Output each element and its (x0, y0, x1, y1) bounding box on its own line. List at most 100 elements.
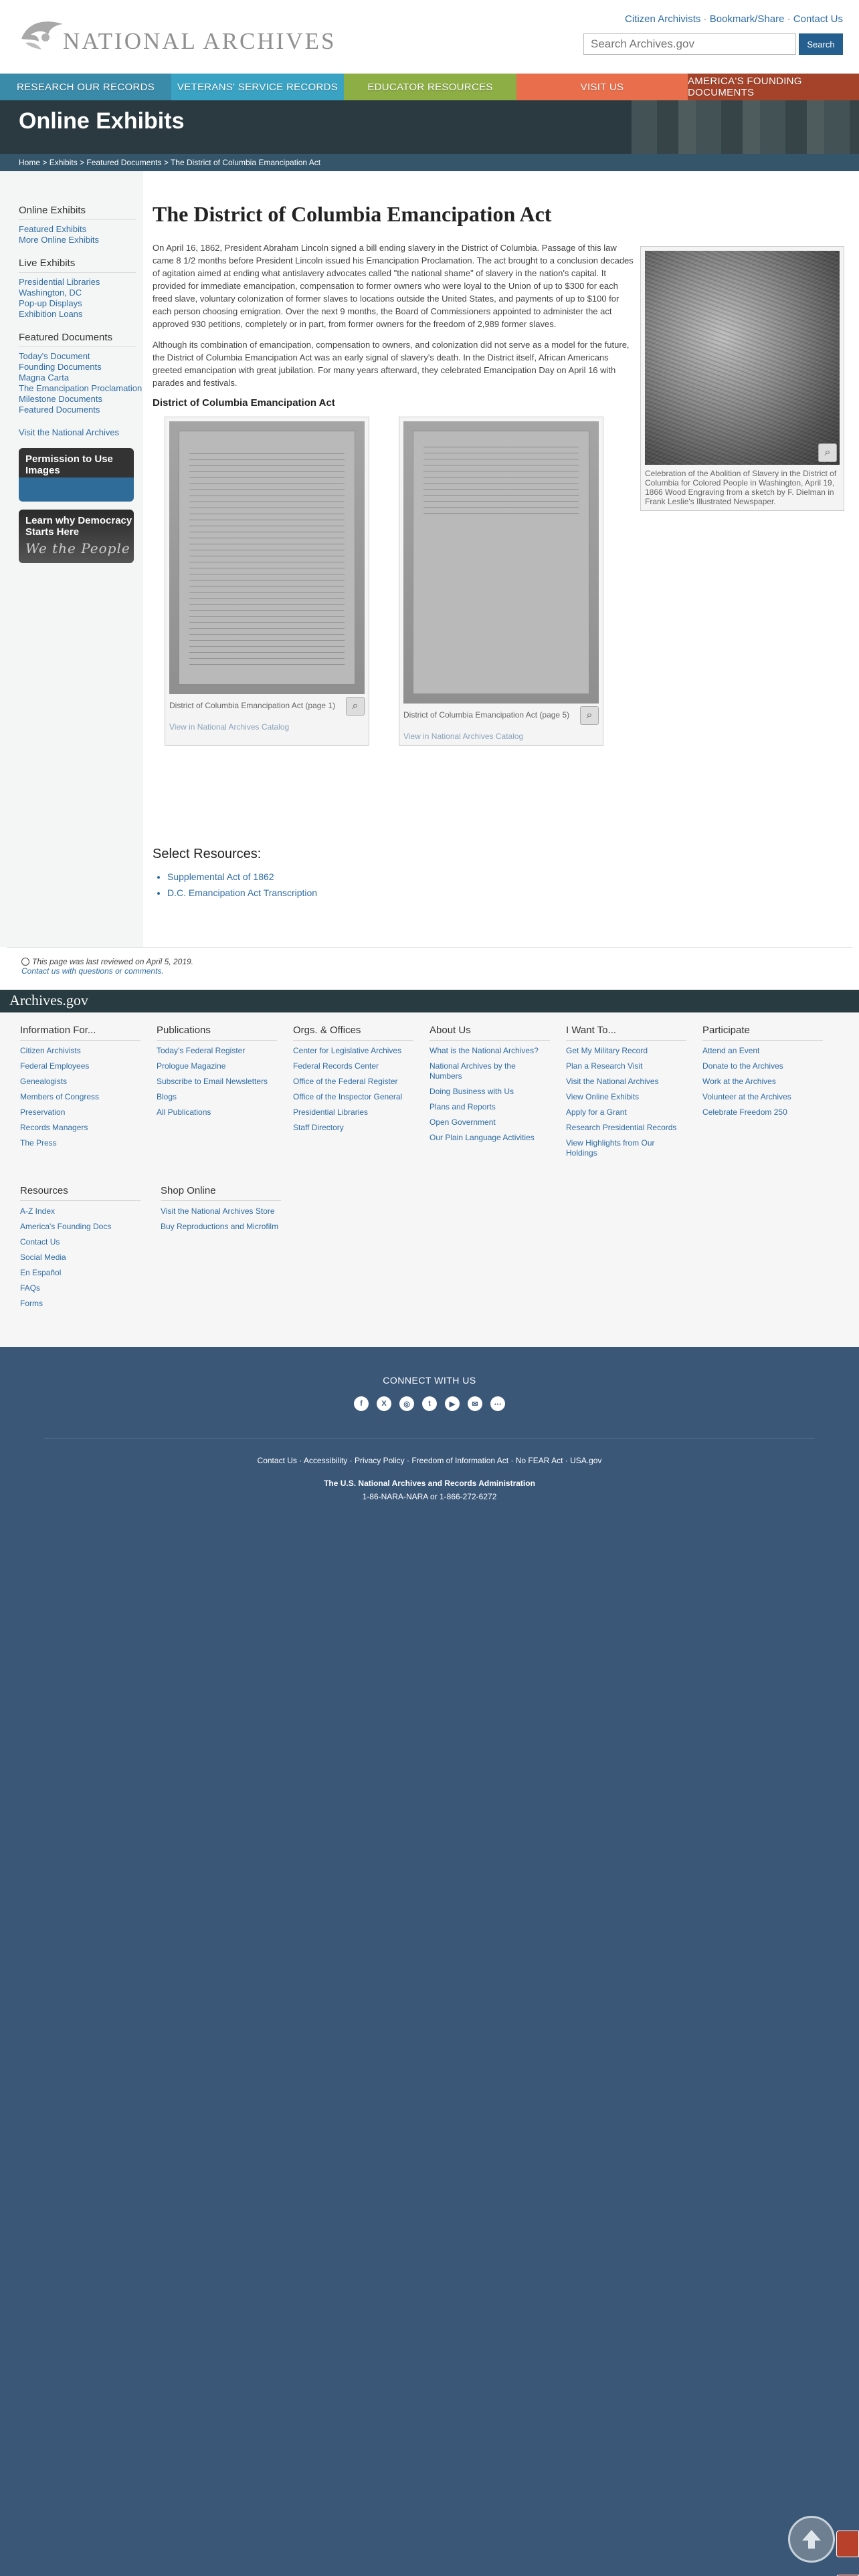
nav-educator-resources[interactable]: Educator Resources (344, 74, 516, 100)
x-icon[interactable]: X (377, 1396, 391, 1411)
sidebar-item-featured-exhibits[interactable]: Featured Exhibits (19, 224, 86, 234)
footer-link[interactable]: Visit the National Archives Store (161, 1206, 275, 1216)
bottom-link-accessibility[interactable]: Accessibility (304, 1456, 347, 1465)
celebration-engraving-image[interactable]: ⌕ (645, 251, 840, 465)
footer-link[interactable]: All Publications (157, 1107, 211, 1117)
nav-visit-us[interactable]: Visit Us (516, 74, 688, 100)
footer-link[interactable]: Records Managers (20, 1123, 88, 1132)
bottom-link-usa-gov[interactable]: USA.gov (570, 1456, 601, 1465)
bottom-link-no-fear-act[interactable]: No FEAR Act (516, 1456, 563, 1465)
sidebar-item-pop-up-displays[interactable]: Pop-up Displays (19, 298, 82, 308)
youtube-icon[interactable]: ▶ (445, 1396, 460, 1411)
footer-link[interactable]: View Online Exhibits (566, 1092, 639, 1101)
footer-link[interactable]: Federal Records Center (293, 1061, 379, 1071)
sidebar-item-presidential-libraries[interactable]: Presidential Libraries (19, 277, 100, 287)
footer-link[interactable]: Contact Us (20, 1237, 60, 1247)
democracy-starts-here-promo[interactable]: Learn why Democracy Starts Here We the P… (19, 510, 134, 563)
footer-link[interactable]: Prologue Magazine (157, 1061, 225, 1071)
footer-link[interactable]: Staff Directory (293, 1123, 344, 1132)
feedback-tab[interactable] (836, 2531, 859, 2557)
footer-link[interactable]: What is the National Archives? (430, 1046, 539, 1055)
footer-link[interactable]: Volunteer at the Archives (702, 1092, 791, 1101)
footer-link[interactable]: En Español (20, 1268, 61, 1277)
footer-link[interactable]: A-Z Index (20, 1206, 55, 1216)
instagram-icon[interactable]: ◎ (399, 1396, 414, 1411)
sidebar-item-more-online-exhibits[interactable]: More Online Exhibits (19, 235, 99, 245)
footer-link[interactable]: Office of the Inspector General (293, 1092, 402, 1101)
nav-founding-documents[interactable]: America's Founding Documents (688, 74, 859, 100)
more-icon[interactable]: ⋯ (490, 1396, 505, 1411)
footer-link[interactable]: Genealogists (20, 1077, 67, 1086)
breadcrumb-featured-documents[interactable]: Featured Documents (86, 158, 161, 167)
sidebar-item-magna-carta[interactable]: Magna Carta (19, 372, 69, 383)
citizen-archivists-link[interactable]: Citizen Archivists (625, 13, 700, 25)
zoom-icon[interactable]: ⌕ (346, 697, 365, 716)
bottom-link-privacy-policy[interactable]: Privacy Policy (355, 1456, 405, 1465)
document-page-1-image[interactable] (169, 421, 365, 694)
footer-link[interactable]: Celebrate Freedom 250 (702, 1107, 787, 1117)
footer-link[interactable]: Doing Business with Us (430, 1087, 514, 1096)
catalog-link[interactable]: View in National Archives Catalog (169, 722, 365, 732)
back-to-top-button[interactable] (788, 2516, 835, 2563)
tumblr-icon[interactable]: t (422, 1396, 437, 1411)
footer-link[interactable]: View Highlights from Our Holdings (566, 1138, 655, 1158)
footer-link[interactable]: Social Media (20, 1253, 66, 1262)
footer-link[interactable]: FAQs (20, 1283, 40, 1293)
email-icon[interactable]: ✉ (468, 1396, 482, 1411)
zoom-icon[interactable]: ⌕ (580, 706, 599, 725)
footer-link[interactable]: Work at the Archives (702, 1077, 776, 1086)
sidebar-item-emancipation-proclamation[interactable]: The Emancipation Proclamation (19, 383, 142, 393)
footer-link[interactable]: Donate to the Archives (702, 1061, 783, 1071)
footer-link[interactable]: The Press (20, 1138, 57, 1148)
breadcrumb-home[interactable]: Home (19, 158, 40, 167)
transcription-link[interactable]: D.C. Emancipation Act Transcription (167, 887, 317, 898)
nav-veterans-service-records[interactable]: Veterans' Service Records (171, 74, 344, 100)
footer-link[interactable]: Visit the National Archives (566, 1077, 659, 1086)
footer-link[interactable]: Presidential Libraries (293, 1107, 368, 1117)
footer-link[interactable]: Center for Legislative Archives (293, 1046, 401, 1055)
footer-link[interactable]: Get My Military Record (566, 1046, 648, 1055)
breadcrumb-exhibits[interactable]: Exhibits (50, 158, 78, 167)
footer-link[interactable]: Office of the Federal Register (293, 1077, 398, 1086)
zoom-icon[interactable]: ⌕ (818, 443, 837, 462)
footer-link[interactable]: Research Presidential Records (566, 1123, 676, 1132)
footer-link[interactable]: Buy Reproductions and Microfilm (161, 1222, 278, 1231)
footer-link[interactable]: Attend an Event (702, 1046, 759, 1055)
footer-link[interactable]: Citizen Archivists (20, 1046, 81, 1055)
permission-to-use-images-promo[interactable]: Permission to Use Images (19, 448, 134, 502)
footer-link[interactable]: Blogs (157, 1092, 177, 1101)
footer-link[interactable]: Our Plain Language Activities (430, 1133, 535, 1142)
sidebar-item-founding-documents[interactable]: Founding Documents (19, 362, 102, 372)
contact-us-link[interactable]: Contact us with questions or comments. (21, 966, 164, 976)
sidebar-item-milestone-documents[interactable]: Milestone Documents (19, 394, 102, 404)
supplemental-act-link[interactable]: Supplemental Act of 1862 (167, 871, 274, 882)
sidebar-item-exhibition-loans[interactable]: Exhibition Loans (19, 309, 82, 319)
footer-link[interactable]: Members of Congress (20, 1092, 99, 1101)
bottom-link-contact-us[interactable]: Contact Us (258, 1456, 297, 1465)
bookmark-share-link[interactable]: Bookmark/Share (710, 13, 785, 25)
footer-link[interactable]: Plan a Research Visit (566, 1061, 643, 1071)
facebook-icon[interactable]: f (354, 1396, 369, 1411)
footer-brand[interactable]: Archives.gov (0, 990, 859, 1012)
sidebar-item-washington-dc[interactable]: Washington, DC (19, 288, 82, 298)
footer-link[interactable]: National Archives by the Numbers (430, 1061, 516, 1081)
footer-link[interactable]: Preservation (20, 1107, 65, 1117)
sidebar-item-todays-document[interactable]: Today's Document (19, 351, 90, 361)
footer-link[interactable]: America's Founding Docs (20, 1222, 111, 1231)
footer-link[interactable]: Apply for a Grant (566, 1107, 627, 1117)
footer-link[interactable]: Open Government (430, 1117, 496, 1127)
nav-research-our-records[interactable]: Research Our Records (0, 74, 171, 100)
search-input[interactable] (583, 33, 796, 55)
contact-us-link[interactable]: Contact Us (793, 13, 843, 25)
footer-link[interactable]: Federal Employees (20, 1061, 89, 1071)
visit-national-archives-link[interactable]: Visit the National Archives (19, 427, 143, 437)
search-button[interactable]: Search (799, 33, 843, 55)
document-page-5-image[interactable] (403, 421, 599, 704)
footer-link[interactable]: Plans and Reports (430, 1102, 496, 1111)
footer-link[interactable]: Today's Federal Register (157, 1046, 245, 1055)
footer-link[interactable]: Forms (20, 1299, 43, 1308)
footer-link[interactable]: Subscribe to Email Newsletters (157, 1077, 268, 1086)
national-archives-logo[interactable]: NATIONAL ARCHIVES (19, 15, 336, 58)
sidebar-item-featured-documents[interactable]: Featured Documents (19, 405, 100, 415)
catalog-link[interactable]: View in National Archives Catalog (403, 732, 599, 741)
